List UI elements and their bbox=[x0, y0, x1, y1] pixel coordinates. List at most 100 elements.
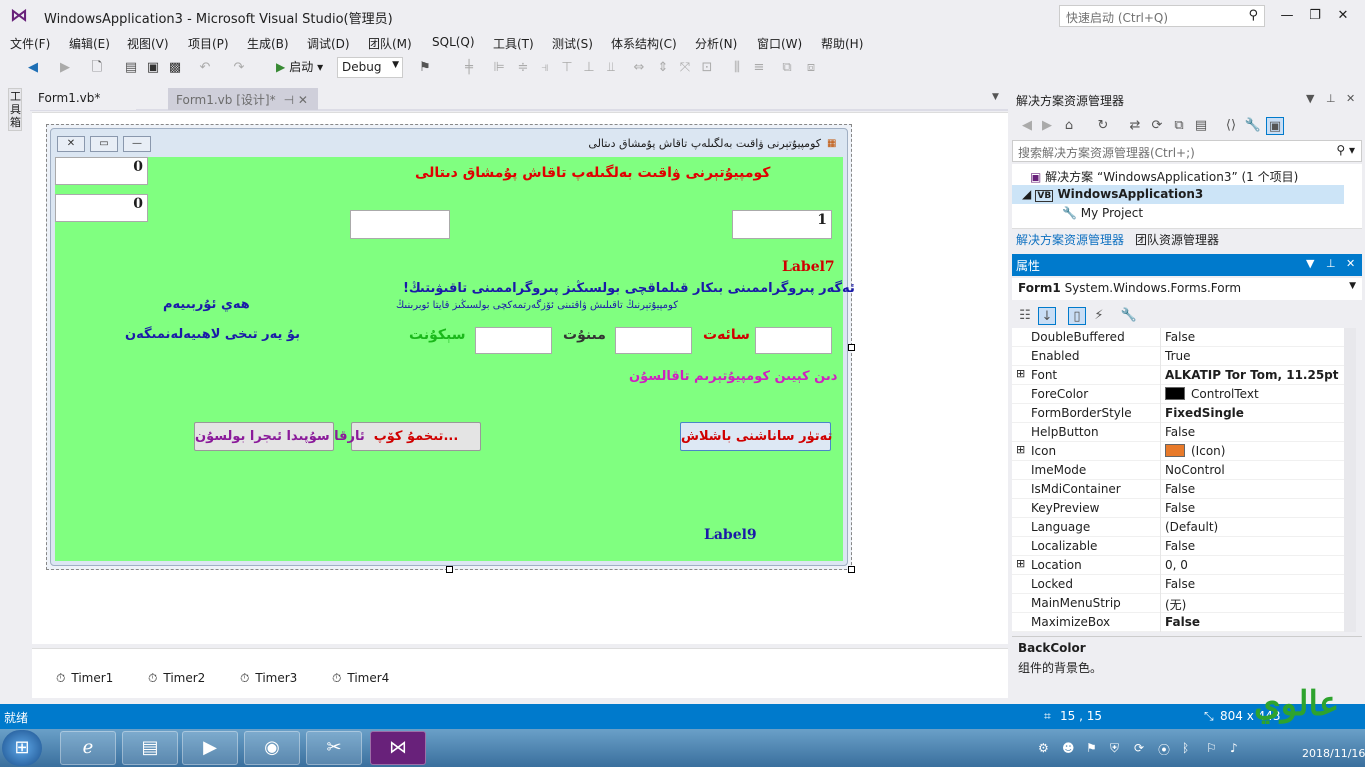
minimize-button[interactable]: — bbox=[1274, 6, 1300, 26]
property-value[interactable]: ControlText bbox=[1165, 387, 1259, 401]
textbox-counter-2[interactable]: 0 bbox=[55, 194, 148, 222]
property-row[interactable]: ⊞ Icon (Icon) bbox=[1012, 442, 1352, 461]
form-close-icon[interactable]: ✕ bbox=[57, 136, 85, 152]
start-countdown-button[interactable]: تەتۈر ساناشنى باشلاش bbox=[680, 422, 832, 451]
tree-item-my-project[interactable]: 🔧 My Project bbox=[1062, 204, 1143, 223]
file-explorer-icon[interactable]: ▤ bbox=[122, 731, 178, 765]
chevron-down-icon[interactable]: ▼ bbox=[1306, 257, 1314, 270]
textbox-blank[interactable] bbox=[350, 210, 450, 239]
property-value[interactable]: False bbox=[1165, 615, 1200, 629]
tab-form1-designer[interactable]: Form1.vb [设计]* ⊣ ✕ bbox=[168, 88, 318, 110]
property-value[interactable]: True bbox=[1165, 349, 1191, 363]
new-project-icon[interactable]: 🗋 bbox=[88, 59, 106, 77]
menu-analyze[interactable]: 分析(N) bbox=[695, 35, 737, 52]
pin-icon[interactable]: ⊣ bbox=[284, 93, 294, 107]
property-value[interactable]: False bbox=[1165, 330, 1195, 344]
property-value[interactable]: ALKATIP Tor Tom, 11.25pt bbox=[1165, 368, 1339, 382]
browser-ball-icon[interactable]: ◉ bbox=[244, 731, 300, 765]
property-row[interactable]: Language (Default) bbox=[1012, 518, 1352, 537]
tab-solution-explorer[interactable]: 解决方案资源管理器 bbox=[1016, 231, 1124, 248]
menu-project[interactable]: 项目(P) bbox=[188, 35, 229, 52]
minute-input[interactable] bbox=[615, 327, 692, 354]
forward-icon[interactable]: ▶ bbox=[56, 59, 74, 77]
property-row[interactable]: ImeMode NoControl bbox=[1012, 461, 1352, 480]
property-grid-scrollbar[interactable] bbox=[1344, 328, 1356, 632]
pin-icon[interactable]: ⊥ bbox=[1326, 257, 1336, 270]
taskbar-clock-date[interactable]: 2018/11/16 bbox=[1302, 747, 1365, 760]
events-icon[interactable]: ⚡ bbox=[1090, 307, 1108, 325]
property-value[interactable]: 0, 0 bbox=[1165, 558, 1188, 572]
form-minimize-icon[interactable]: — bbox=[123, 136, 151, 152]
form-maximize-icon[interactable]: ▭ bbox=[90, 136, 118, 152]
start-debug-button[interactable]: ▶ 启动 ▾ bbox=[276, 58, 323, 75]
more-options-button[interactable]: تىخمۇ كۆپ... bbox=[351, 422, 481, 451]
property-value[interactable]: False bbox=[1165, 501, 1195, 515]
home-icon[interactable]: ⌂ bbox=[1060, 117, 1078, 135]
tree-item-solution[interactable]: ▣ 解决方案 “WindowsApplication3” (1 个项目) bbox=[1030, 166, 1298, 185]
property-row[interactable]: MainMenuStrip (无) bbox=[1012, 594, 1352, 613]
menu-edit[interactable]: 编辑(E) bbox=[69, 35, 110, 52]
tab-overflow-icon[interactable]: ▼ bbox=[992, 92, 999, 102]
property-value[interactable]: False bbox=[1165, 577, 1195, 591]
solution-search-input[interactable]: 搜索解决方案资源管理器(Ctrl+;) ⚲ ▾ bbox=[1012, 140, 1362, 162]
resize-handle-corner[interactable] bbox=[848, 566, 855, 573]
align-rights-icon[interactable]: ⫣ bbox=[536, 59, 554, 77]
timer1-component[interactable]: ⏱ Timer1 bbox=[56, 671, 113, 686]
save-icon[interactable]: ▣ bbox=[144, 59, 162, 77]
menu-sql[interactable]: SQL(Q) bbox=[432, 35, 475, 49]
tray-flag-icon[interactable]: ⚐ bbox=[1206, 741, 1217, 755]
toolbox-tab[interactable]: 工具箱 bbox=[8, 88, 22, 131]
restore-button[interactable]: ❐ bbox=[1302, 6, 1328, 26]
media-player-icon[interactable]: ▶ bbox=[182, 731, 238, 765]
property-row[interactable]: ⊞ Location 0, 0 bbox=[1012, 556, 1352, 575]
property-row[interactable]: Locked False bbox=[1012, 575, 1352, 594]
property-row[interactable]: DoubleBuffered False bbox=[1012, 328, 1352, 347]
form-client-area[interactable]: 0 0 1 كومپيۇتېرنى ۋاقىت بەلگىلەپ تاقاش پ… bbox=[55, 157, 855, 561]
property-value[interactable]: (Default) bbox=[1165, 520, 1218, 534]
view-code-icon[interactable]: ⟨⟩ bbox=[1222, 117, 1240, 135]
textbox-countdown[interactable]: 1 bbox=[732, 210, 832, 239]
back-icon[interactable]: ◀ bbox=[1018, 117, 1036, 135]
align-centers-icon[interactable]: ≑ bbox=[514, 59, 532, 77]
menu-team[interactable]: 团队(M) bbox=[368, 35, 412, 52]
send-to-back-icon[interactable]: ⧈ bbox=[802, 59, 820, 77]
property-row[interactable]: KeyPreview False bbox=[1012, 499, 1352, 518]
property-row[interactable]: Localizable False bbox=[1012, 537, 1352, 556]
tray-bluetooth-icon[interactable]: ᛒ bbox=[1182, 741, 1189, 755]
property-value[interactable]: NoControl bbox=[1165, 463, 1225, 477]
alphabetical-icon[interactable]: ↓ bbox=[1038, 307, 1056, 325]
save-all-icon[interactable]: ▩ bbox=[166, 59, 184, 77]
close-button[interactable]: ✕ bbox=[1330, 6, 1356, 26]
attach-icon[interactable]: ⚑ bbox=[416, 59, 434, 77]
property-value[interactable]: FixedSingle bbox=[1165, 406, 1244, 420]
property-row[interactable]: ForeColor ControlText bbox=[1012, 385, 1352, 404]
close-icon[interactable]: ✕ bbox=[1346, 92, 1355, 105]
undo-icon[interactable]: ↶ bbox=[196, 59, 214, 77]
second-input[interactable] bbox=[475, 327, 552, 354]
tray-app-icon[interactable]: ⚙ bbox=[1038, 741, 1049, 755]
solution-configuration-select[interactable]: Debug ▼ bbox=[337, 57, 403, 78]
size-to-grid-icon[interactable]: ⊡ bbox=[698, 59, 716, 77]
bring-to-front-icon[interactable]: ⧉ bbox=[778, 59, 796, 77]
form1-window[interactable]: ✕ ▭ — كومپيۇتېرنى ۋاقىت بەلگىلەپ تاقاش پ… bbox=[50, 128, 855, 566]
property-row[interactable]: IsMdiContainer False bbox=[1012, 480, 1352, 499]
tool-app-icon[interactable]: ✂ bbox=[306, 731, 362, 765]
open-file-icon[interactable]: ▤ bbox=[122, 59, 140, 77]
pin-icon[interactable]: ⊥ bbox=[1326, 92, 1336, 105]
sync-icon[interactable]: ⇄ bbox=[1126, 117, 1144, 135]
property-value[interactable]: False bbox=[1165, 482, 1195, 496]
expand-icon[interactable]: ⊞ bbox=[1016, 367, 1026, 380]
show-all-files-icon[interactable]: ▤ bbox=[1192, 117, 1210, 135]
tray-volume-icon[interactable]: ♪ bbox=[1230, 741, 1238, 755]
quick-launch-input[interactable]: 快速启动 (Ctrl+Q) ⚲ bbox=[1059, 5, 1265, 27]
align-grid-icon[interactable]: ╪ bbox=[460, 59, 478, 77]
align-bottoms-icon[interactable]: ⫫ bbox=[602, 59, 620, 77]
tray-shield-icon[interactable]: ⛨ bbox=[1110, 741, 1119, 756]
close-icon[interactable]: ✕ bbox=[1346, 257, 1355, 270]
properties-view-icon[interactable]: ▯ bbox=[1068, 307, 1086, 325]
property-row[interactable]: FormBorderStyle FixedSingle bbox=[1012, 404, 1352, 423]
menu-debug[interactable]: 调试(D) bbox=[307, 35, 350, 52]
menu-help[interactable]: 帮助(H) bbox=[821, 35, 863, 52]
timer2-component[interactable]: ⏱ Timer2 bbox=[148, 671, 205, 686]
timer3-component[interactable]: ⏱ Timer3 bbox=[240, 671, 297, 686]
